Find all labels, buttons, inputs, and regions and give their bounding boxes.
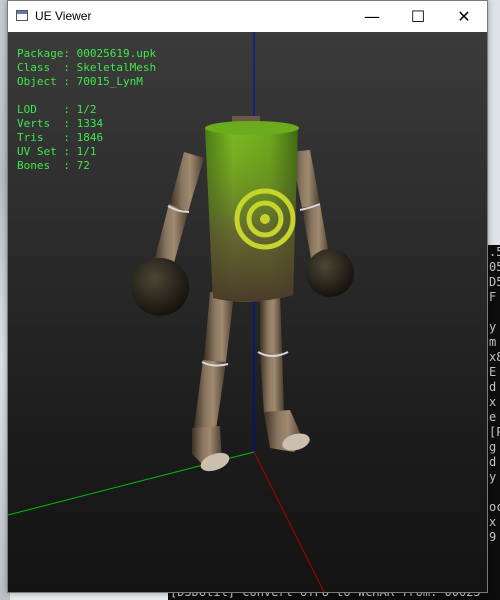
- console-line: d: [489, 455, 497, 469]
- maximize-button[interactable]: ☐: [395, 1, 441, 32]
- console-line: x: [489, 395, 497, 409]
- torso: [205, 116, 299, 302]
- info-verts: Verts : 1334: [17, 117, 104, 130]
- info-package: Package: 00025619.upk: [17, 47, 157, 60]
- console-line: D5: [489, 275, 500, 289]
- console-line: x: [489, 515, 497, 529]
- background-console-window: .5 05 D5 F y m x8 E d x e [P g d y oc x …: [488, 245, 500, 600]
- left-leg: [192, 292, 234, 472]
- 3d-viewport[interactable]: Package: 00025619.upk Class : SkeletalMe…: [8, 32, 487, 592]
- minimize-button[interactable]: —: [349, 1, 395, 32]
- right-arm: [291, 150, 354, 297]
- info-object: Object : 70015_LynM: [17, 75, 143, 88]
- close-button[interactable]: ✕: [441, 1, 487, 32]
- mesh-scene: [8, 32, 354, 592]
- console-line: [P: [489, 425, 500, 439]
- console-line: g: [489, 440, 497, 454]
- window-title: UE Viewer: [35, 9, 92, 23]
- info-lod: LOD : 1/2: [17, 103, 97, 116]
- left-arm: [131, 152, 204, 316]
- right-leg: [257, 294, 310, 452]
- console-line: y: [489, 320, 497, 334]
- title-bar[interactable]: UE Viewer — ☐ ✕: [8, 1, 487, 32]
- info-class: Class : SkeletalMesh: [17, 61, 157, 74]
- ue-viewer-window[interactable]: UE Viewer — ☐ ✕ Package: 00025619.upk Cl…: [7, 0, 488, 593]
- console-line: 9: [489, 530, 497, 544]
- info-uvset: UV Set : 1/1: [17, 145, 97, 158]
- console-line: .5: [489, 245, 500, 259]
- console-line: F: [489, 290, 497, 304]
- console-line: oc: [489, 500, 500, 514]
- console-line: d: [489, 380, 497, 394]
- console-line: x8: [489, 350, 500, 364]
- info-tris: Tris : 1846: [17, 131, 104, 144]
- x-axis-line: [253, 451, 325, 592]
- console-line: m: [489, 335, 497, 349]
- console-line: e: [489, 410, 497, 424]
- console-line: 05: [489, 260, 500, 274]
- console-line: y: [489, 470, 497, 484]
- console-line: E: [489, 365, 497, 379]
- app-icon: [16, 10, 28, 21]
- info-bones: Bones : 72: [17, 159, 90, 172]
